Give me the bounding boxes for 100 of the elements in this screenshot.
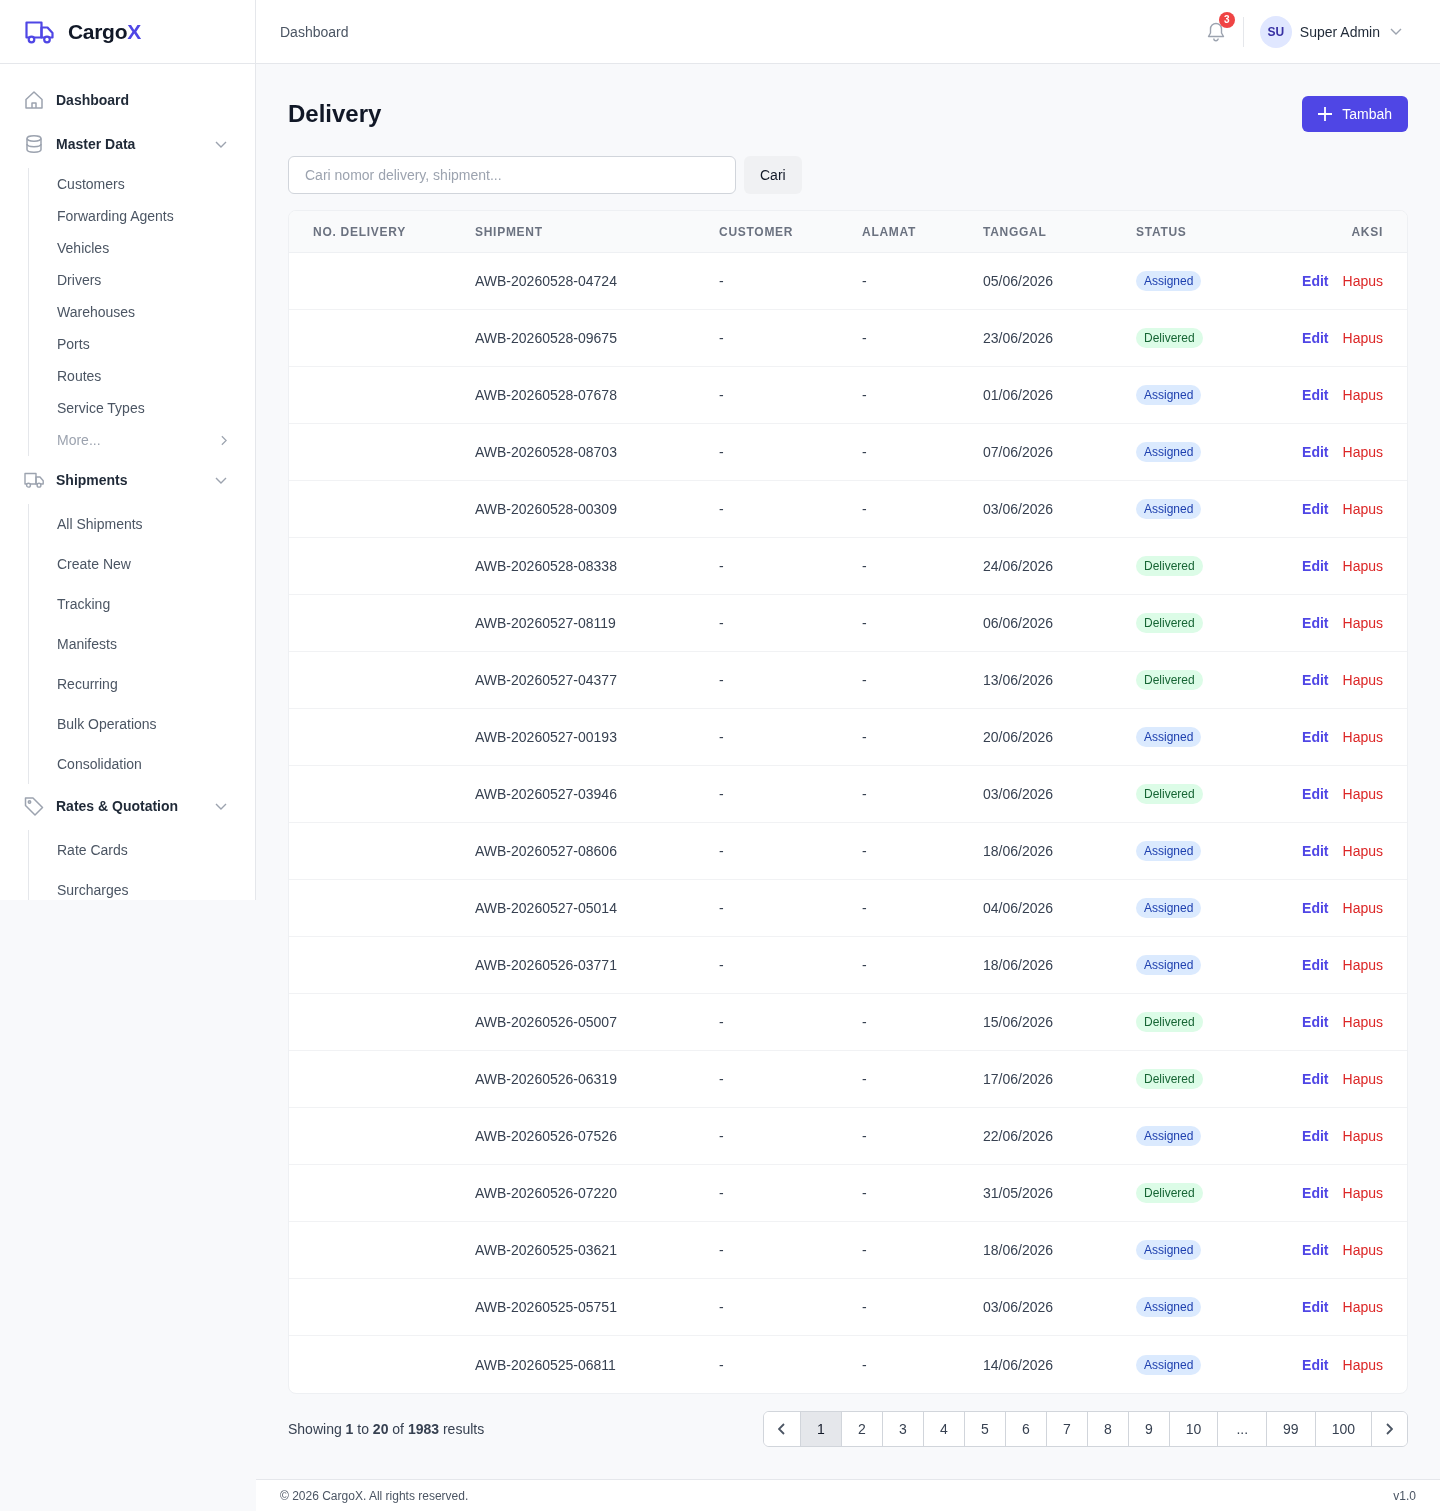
edit-link[interactable]: Edit xyxy=(1302,1356,1329,1373)
table-cell: AWB-20260527-08606 xyxy=(475,843,617,859)
submenu-item[interactable]: Forwarding Agents xyxy=(29,200,239,232)
tag-icon xyxy=(24,796,44,816)
submenu-item[interactable]: Consolidation xyxy=(29,744,239,784)
submenu-item[interactable]: Customers xyxy=(29,168,239,200)
delete-link[interactable]: Hapus xyxy=(1342,672,1383,688)
delete-link[interactable]: Hapus xyxy=(1342,558,1383,574)
edit-link[interactable]: Edit xyxy=(1302,273,1329,289)
edit-link[interactable]: Edit xyxy=(1302,1242,1329,1258)
submenu-item[interactable]: Drivers xyxy=(29,264,239,296)
submenu-item[interactable]: Surcharges xyxy=(29,870,239,900)
status-badge: Assigned xyxy=(1136,1297,1202,1317)
submenu-item[interactable]: Routes xyxy=(29,360,239,392)
edit-link[interactable]: Edit xyxy=(1302,558,1329,574)
search-field[interactable]: Cari nomor delivery, shipment... xyxy=(288,156,736,194)
chevron-right-icon xyxy=(221,434,227,446)
column-header: CUSTOMER xyxy=(719,224,794,239)
edit-link[interactable]: Edit xyxy=(1302,1071,1329,1087)
nav-group-item[interactable]: Shipments xyxy=(16,460,239,500)
table-cell: 01/06/2026 xyxy=(983,387,1054,403)
search-button[interactable]: Cari xyxy=(744,156,802,194)
delete-link[interactable]: Hapus xyxy=(1342,387,1383,403)
edit-link[interactable]: Edit xyxy=(1302,786,1329,802)
user-avatar[interactable]: SU xyxy=(1259,15,1292,48)
status-badge: Assigned xyxy=(1136,727,1202,747)
table-cell: AWB-20260525-06811 xyxy=(475,1356,616,1373)
delete-link[interactable]: Hapus xyxy=(1342,843,1383,859)
submenu-item[interactable]: Bulk Operations xyxy=(29,704,239,744)
status-badge: Delivered xyxy=(1136,1069,1203,1089)
edit-link[interactable]: Edit xyxy=(1302,957,1329,973)
status-badge: Assigned xyxy=(1136,1240,1202,1260)
column-header: SHIPMENT xyxy=(475,224,543,239)
table-cell: AWB-20260527-00193 xyxy=(475,729,617,745)
delete-link[interactable]: Hapus xyxy=(1342,1071,1383,1087)
submenu-item[interactable]: Vehicles xyxy=(29,232,239,264)
next-page-button[interactable] xyxy=(1371,1412,1407,1446)
edit-link[interactable]: Edit xyxy=(1302,843,1329,859)
delete-link[interactable]: Hapus xyxy=(1342,729,1383,745)
chevron-right-icon xyxy=(1386,1423,1393,1435)
page-button[interactable]: 1 xyxy=(799,1412,841,1446)
table-cell: - xyxy=(862,387,867,403)
delete-link[interactable]: Hapus xyxy=(1342,1185,1383,1201)
delete-link[interactable]: Hapus xyxy=(1342,786,1383,802)
delete-link[interactable]: Hapus xyxy=(1342,444,1383,460)
submenu-item[interactable]: Manifests xyxy=(29,624,239,664)
delete-link[interactable]: Hapus xyxy=(1342,900,1383,916)
submenu-item[interactable]: Service Types xyxy=(29,392,239,424)
edit-link[interactable]: Edit xyxy=(1302,615,1329,631)
delete-link[interactable]: Hapus xyxy=(1342,1014,1383,1030)
table-cell: AWB-20260528-07678 xyxy=(475,387,617,403)
delete-link[interactable]: Hapus xyxy=(1342,330,1383,346)
delete-link[interactable]: Hapus xyxy=(1342,1299,1383,1315)
edit-link[interactable]: Edit xyxy=(1302,444,1329,460)
submenu-item[interactable]: Recurring xyxy=(29,664,239,704)
table-cell: - xyxy=(862,957,867,973)
delete-link[interactable]: Hapus xyxy=(1342,1242,1383,1258)
nav-group-item[interactable]: Master Data xyxy=(16,124,239,164)
table-cell: - xyxy=(862,615,867,631)
edit-link[interactable]: Edit xyxy=(1302,1014,1329,1030)
nav-item[interactable]: Dashboard xyxy=(16,80,239,120)
submenu-item[interactable]: Warehouses xyxy=(29,296,239,328)
add-button[interactable]: Tambah xyxy=(1302,96,1408,132)
edit-link[interactable]: Edit xyxy=(1302,330,1329,346)
column-header: STATUS xyxy=(1136,224,1187,239)
table-cell: AWB-20260526-07220 xyxy=(475,1185,617,1201)
user-name[interactable]: Super Admin xyxy=(1299,23,1380,40)
notification-bell-icon[interactable] xyxy=(1206,21,1225,42)
table-cell: - xyxy=(862,273,867,289)
delete-link[interactable]: Hapus xyxy=(1342,1128,1383,1144)
chevron-down-icon[interactable] xyxy=(215,476,227,484)
delete-link[interactable]: Hapus xyxy=(1342,501,1383,517)
submenu-item[interactable]: Ports xyxy=(29,328,239,360)
chevron-down-icon[interactable] xyxy=(1390,28,1402,35)
edit-link[interactable]: Edit xyxy=(1302,387,1329,403)
edit-link[interactable]: Edit xyxy=(1302,672,1329,688)
submenu-item[interactable]: Create New xyxy=(29,544,239,584)
notification-badge: 3 xyxy=(1218,11,1235,28)
delete-link[interactable]: Hapus xyxy=(1342,1356,1383,1373)
submenu-item[interactable]: Tracking xyxy=(29,584,239,624)
submenu-item[interactable]: All Shipments xyxy=(29,504,239,544)
delete-link[interactable]: Hapus xyxy=(1342,615,1383,631)
table-cell: - xyxy=(719,387,724,403)
chevron-down-icon[interactable] xyxy=(215,140,227,148)
chevron-down-icon[interactable] xyxy=(215,802,227,810)
edit-link[interactable]: Edit xyxy=(1302,501,1329,517)
edit-link[interactable]: Edit xyxy=(1302,1185,1329,1201)
table-cell: - xyxy=(862,900,867,916)
edit-link[interactable]: Edit xyxy=(1302,729,1329,745)
delete-link[interactable]: Hapus xyxy=(1342,957,1383,973)
edit-link[interactable]: Edit xyxy=(1302,900,1329,916)
table-cell: AWB-20260528-00309 xyxy=(475,501,617,517)
delete-link[interactable]: Hapus xyxy=(1342,273,1383,289)
submenu-item[interactable]: Rate Cards xyxy=(29,830,239,870)
table-cell: - xyxy=(862,1242,867,1258)
edit-link[interactable]: Edit xyxy=(1302,1128,1329,1144)
table-cell: 23/06/2026 xyxy=(983,330,1054,346)
nav-group-item[interactable]: Rates & Quotation xyxy=(16,786,239,826)
edit-link[interactable]: Edit xyxy=(1302,1299,1329,1315)
status-badge: Assigned xyxy=(1136,271,1202,291)
